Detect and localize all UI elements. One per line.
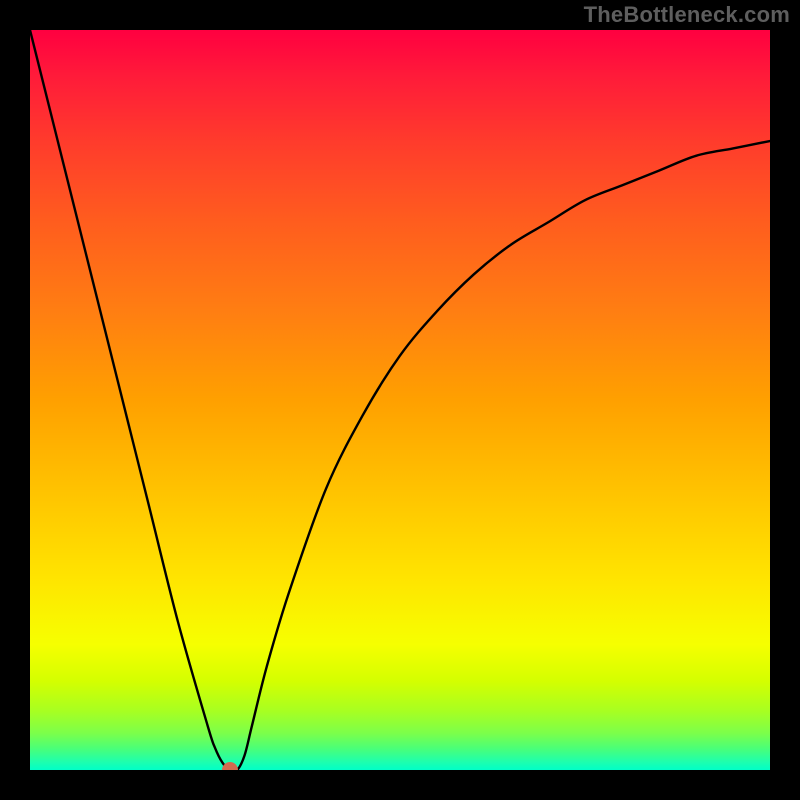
plot-area bbox=[30, 30, 770, 770]
watermark-text: TheBottleneck.com bbox=[584, 2, 790, 28]
bottleneck-curve bbox=[30, 30, 770, 770]
chart-frame: TheBottleneck.com bbox=[0, 0, 800, 800]
curve-svg bbox=[30, 30, 770, 770]
